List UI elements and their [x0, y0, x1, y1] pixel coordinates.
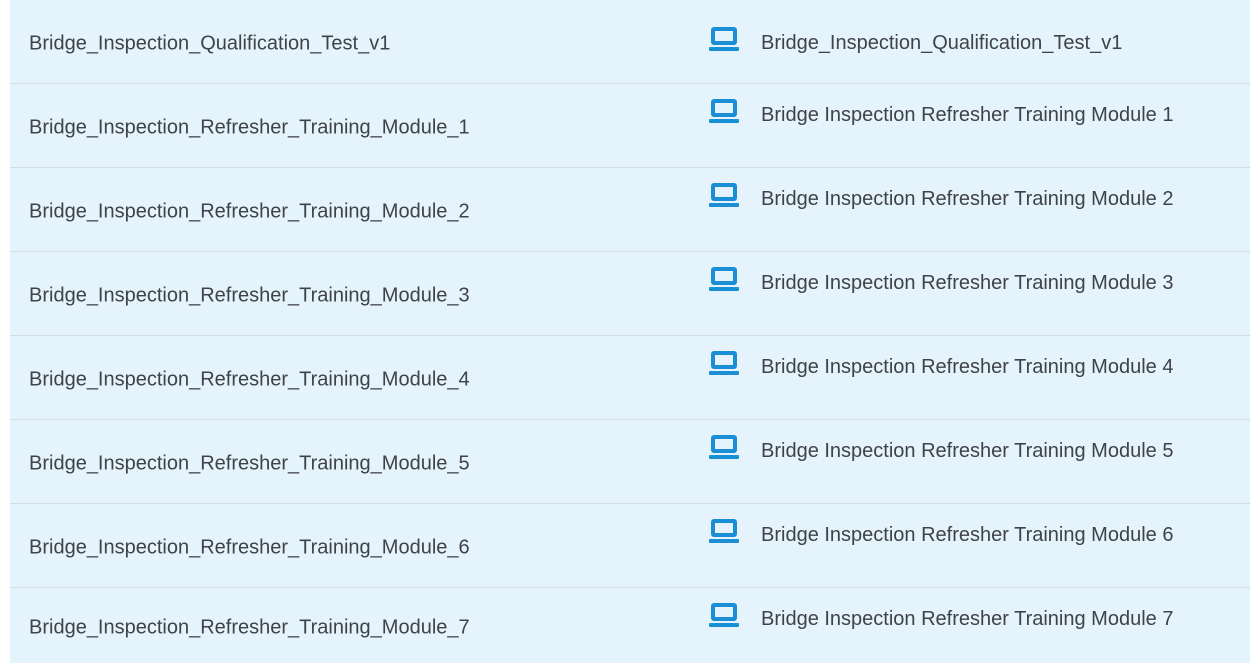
- course-title: Bridge Inspection Refresher Training Mod…: [761, 524, 1174, 546]
- course-title-cell: Bridge Inspection Refresher Training Mod…: [709, 350, 1239, 378]
- table-row: Bridge_Inspection_Refresher_Training_Mod…: [10, 420, 1250, 504]
- computer-icon: [709, 350, 739, 376]
- course-name: Bridge_Inspection_Refresher_Training_Mod…: [29, 452, 470, 474]
- course-title-cell: Bridge Inspection Refresher Training Mod…: [709, 98, 1239, 126]
- course-title-cell: Bridge Inspection Refresher Training Mod…: [709, 434, 1239, 462]
- table-row: Bridge_Inspection_Refresher_Training_Mod…: [10, 588, 1250, 663]
- course-title-cell: Bridge Inspection Refresher Training Mod…: [709, 602, 1239, 630]
- course-name: Bridge_Inspection_Refresher_Training_Mod…: [29, 536, 470, 558]
- table-row: Bridge_Inspection_Refresher_Training_Mod…: [10, 336, 1250, 420]
- course-title: Bridge Inspection Refresher Training Mod…: [761, 104, 1174, 126]
- course-title: Bridge Inspection Refresher Training Mod…: [761, 188, 1174, 210]
- course-name: Bridge_Inspection_Refresher_Training_Mod…: [29, 616, 470, 638]
- table-row: Bridge_Inspection_Refresher_Training_Mod…: [10, 504, 1250, 588]
- course-name: Bridge_Inspection_Refresher_Training_Mod…: [29, 200, 470, 222]
- course-name: Bridge_Inspection_Refresher_Training_Mod…: [29, 284, 470, 306]
- course-title: Bridge_Inspection_Qualification_Test_v1: [761, 32, 1123, 54]
- course-title-cell: Bridge Inspection Refresher Training Mod…: [709, 182, 1239, 210]
- table-row: Bridge_Inspection_Refresher_Training_Mod…: [10, 168, 1250, 252]
- course-list-page: Bridge_Inspection_Qualification_Test_v1 …: [0, 0, 1250, 664]
- course-title: Bridge Inspection Refresher Training Mod…: [761, 356, 1174, 378]
- course-title-cell: Bridge Inspection Refresher Training Mod…: [709, 518, 1239, 546]
- computer-icon: [709, 434, 739, 460]
- course-title-cell: Bridge Inspection Refresher Training Mod…: [709, 266, 1239, 294]
- computer-icon: [709, 98, 739, 124]
- table-row: Bridge_Inspection_Qualification_Test_v1 …: [10, 0, 1250, 84]
- table-row: Bridge_Inspection_Refresher_Training_Mod…: [10, 84, 1250, 168]
- course-title-cell: Bridge_Inspection_Qualification_Test_v1: [709, 26, 1239, 54]
- computer-icon: [709, 182, 739, 208]
- course-title: Bridge Inspection Refresher Training Mod…: [761, 608, 1174, 630]
- course-title: Bridge Inspection Refresher Training Mod…: [761, 272, 1174, 294]
- course-title: Bridge Inspection Refresher Training Mod…: [761, 440, 1174, 462]
- course-launch-link[interactable]: Bridge Inspection Refresher Training Mod…: [709, 435, 1174, 462]
- course-launch-link[interactable]: Bridge Inspection Refresher Training Mod…: [709, 351, 1174, 378]
- course-launch-link[interactable]: Bridge Inspection Refresher Training Mod…: [709, 183, 1174, 210]
- course-launch-link[interactable]: Bridge Inspection Refresher Training Mod…: [709, 99, 1174, 126]
- table-row: Bridge_Inspection_Refresher_Training_Mod…: [10, 252, 1250, 336]
- course-launch-link[interactable]: Bridge_Inspection_Qualification_Test_v1: [709, 27, 1123, 54]
- course-launch-link[interactable]: Bridge Inspection Refresher Training Mod…: [709, 519, 1174, 546]
- course-launch-link[interactable]: Bridge Inspection Refresher Training Mod…: [709, 603, 1174, 630]
- course-launch-link[interactable]: Bridge Inspection Refresher Training Mod…: [709, 267, 1174, 294]
- course-name: Bridge_Inspection_Refresher_Training_Mod…: [29, 116, 470, 138]
- course-name: Bridge_Inspection_Refresher_Training_Mod…: [29, 368, 470, 390]
- computer-icon: [709, 518, 739, 544]
- computer-icon: [709, 602, 739, 628]
- computer-icon: [709, 26, 739, 52]
- computer-icon: [709, 266, 739, 292]
- course-table: Bridge_Inspection_Qualification_Test_v1 …: [10, 0, 1250, 663]
- course-name: Bridge_Inspection_Qualification_Test_v1: [29, 32, 391, 54]
